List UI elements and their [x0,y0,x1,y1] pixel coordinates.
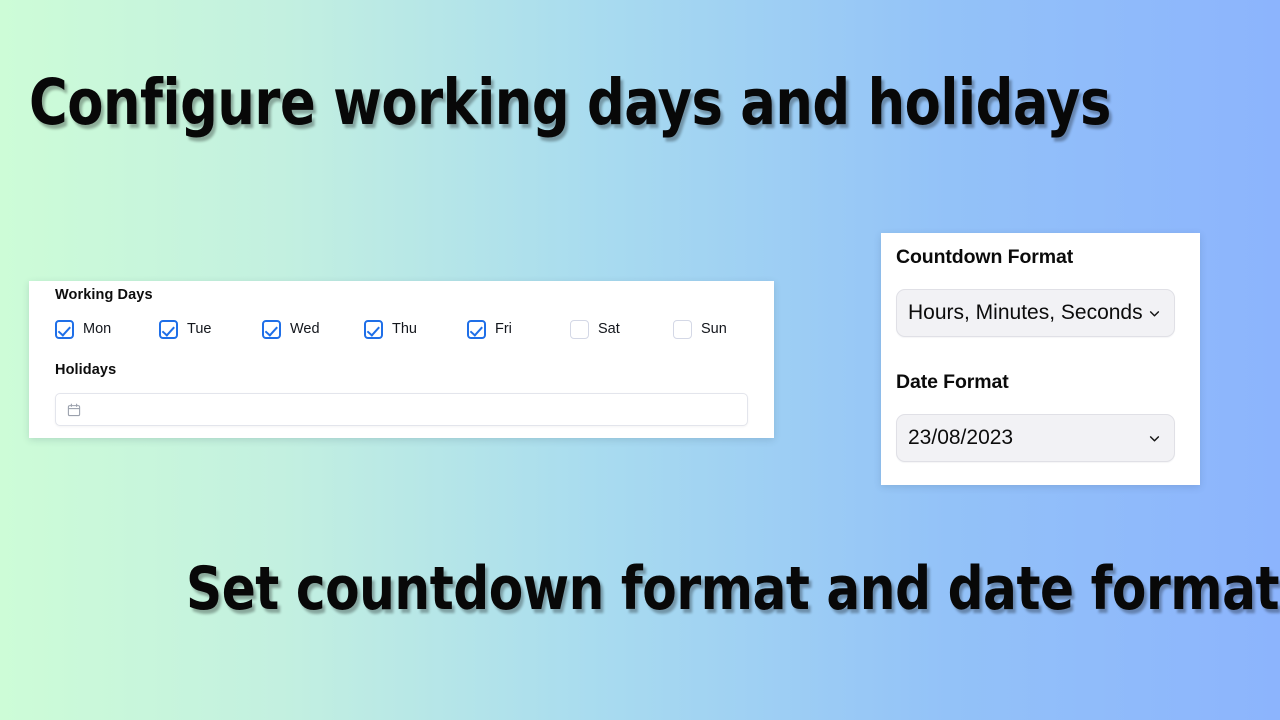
chevron-down-icon [1149,310,1160,317]
day-checkbox-fri[interactable]: Fri [467,317,512,341]
date-format-value: 23/08/2023 [908,426,1014,449]
page-subtitle: Set countdown format and date format [186,554,1280,624]
day-label-sun: Sun [701,320,727,337]
day-checkbox-wed[interactable]: Wed [262,317,320,341]
day-label-sat: Sat [598,320,620,337]
day-label-fri: Fri [495,320,512,337]
countdown-format-title: Countdown Format [896,246,1074,268]
checkbox-checked-icon[interactable] [467,319,486,339]
day-checkbox-thu[interactable]: Thu [364,317,417,341]
chevron-down-icon [1149,435,1160,442]
checkbox-checked-icon[interactable] [55,319,74,339]
checkbox-checked-icon[interactable] [262,319,281,339]
holidays-label: Holidays [55,362,117,378]
countdown-format-value: Hours, Minutes, Seconds [908,301,1143,324]
day-label-mon: Mon [83,320,112,337]
day-label-thu: Thu [392,320,417,337]
checkbox-unchecked-icon[interactable] [570,319,589,339]
day-checkbox-mon[interactable]: Mon [55,317,111,341]
countdown-format-select[interactable]: Hours, Minutes, Seconds [896,289,1175,337]
checkbox-unchecked-icon[interactable] [673,319,692,339]
date-format-select[interactable]: 23/08/2023 [896,414,1175,462]
working-days-panel: Working Days Mon Tue Wed Thu Fri Sat Sun… [29,281,774,438]
slide-canvas: Configure working days and holidays Work… [0,0,1280,720]
checkbox-checked-icon[interactable] [364,319,383,339]
checkbox-checked-icon[interactable] [159,319,178,339]
day-checkbox-sun[interactable]: Sun [673,317,727,341]
calendar-icon [67,403,81,416]
working-days-checkbox-group: Mon Tue Wed Thu Fri Sat Sun [55,317,755,341]
day-checkbox-tue[interactable]: Tue [159,317,211,341]
date-format-title: Date Format [896,371,1009,393]
format-settings-panel: Countdown Format Hours, Minutes, Seconds… [881,233,1200,485]
holidays-date-input[interactable] [55,393,748,426]
day-label-wed: Wed [290,320,320,337]
day-label-tue: Tue [187,320,212,337]
working-days-label: Working Days [55,287,153,303]
page-title: Configure working days and holidays [29,66,1111,139]
day-checkbox-sat[interactable]: Sat [570,317,620,341]
